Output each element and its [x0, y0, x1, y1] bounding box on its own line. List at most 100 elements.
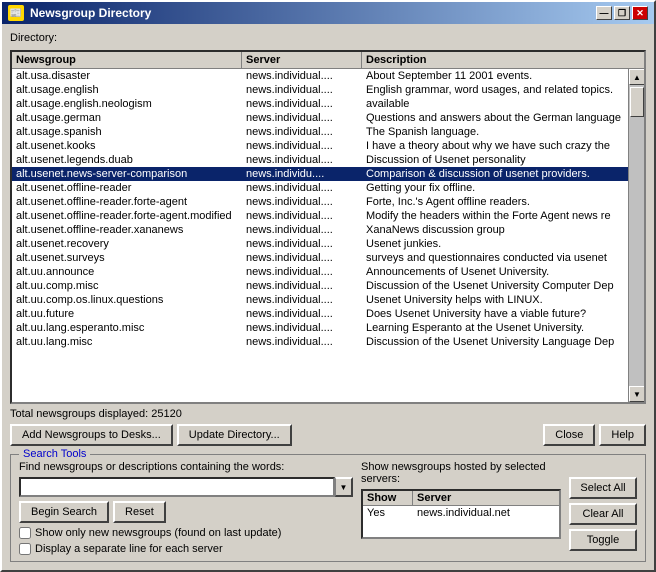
- table-row[interactable]: alt.usenet.offline-reader.forte-agent.mo…: [12, 209, 628, 223]
- td-server: news.individual....: [242, 237, 362, 251]
- server-table: Show Server Yes news.individual.net: [361, 489, 561, 539]
- td-server: news.individual....: [242, 153, 362, 167]
- td-server: news.individual....: [242, 293, 362, 307]
- table-row[interactable]: alt.usage.english news.individual.... En…: [12, 83, 628, 97]
- toggle-button[interactable]: Toggle: [569, 529, 637, 551]
- td-server: news.individual....: [242, 265, 362, 279]
- server-header-show: Show: [363, 491, 413, 505]
- td-description: available: [362, 97, 628, 111]
- scroll-down-button[interactable]: ▼: [629, 386, 644, 402]
- show-only-new-checkbox[interactable]: [19, 527, 31, 539]
- close-window-button[interactable]: ✕: [632, 6, 648, 20]
- scroll-thumb[interactable]: [630, 87, 644, 117]
- bottom-section: Total newsgroups displayed: 25120 Add Ne…: [10, 408, 646, 562]
- help-button[interactable]: Help: [599, 424, 646, 446]
- td-description: Comparison & discussion of usenet provid…: [362, 167, 628, 181]
- server-show-value: Yes: [363, 506, 413, 520]
- table-row[interactable]: alt.usenet.kooks news.individual.... I h…: [12, 139, 628, 153]
- close-button[interactable]: Close: [543, 424, 595, 446]
- table-row[interactable]: alt.usenet.offline-reader.forte-agent ne…: [12, 195, 628, 209]
- header-newsgroup: Newsgroup: [12, 52, 242, 68]
- td-newsgroup: alt.usenet.legends.duab: [12, 153, 242, 167]
- reset-button[interactable]: Reset: [113, 501, 166, 523]
- td-description: Usenet University helps with LINUX.: [362, 293, 628, 307]
- title-bar-left: 📰 Newsgroup Directory: [8, 5, 151, 21]
- table-row[interactable]: alt.usenet.offline-reader news.individua…: [12, 181, 628, 195]
- table-row[interactable]: alt.usenet.surveys news.individual.... s…: [12, 251, 628, 265]
- server-name-value: news.individual.net: [413, 506, 559, 520]
- td-newsgroup: alt.usenet.offline-reader.forte-agent.mo…: [12, 209, 242, 223]
- table-row[interactable]: alt.usenet.offline-reader.xananews news.…: [12, 223, 628, 237]
- separate-line-row: Display a separate line for each server: [19, 543, 353, 555]
- right-buttons: Select All Clear All Toggle: [569, 461, 637, 555]
- table-row[interactable]: alt.usenet.legends.duab news.individual.…: [12, 153, 628, 167]
- td-server: news.individu....: [242, 167, 362, 181]
- td-newsgroup: alt.usenet.surveys: [12, 251, 242, 265]
- td-newsgroup: alt.usa.disaster: [12, 69, 242, 83]
- scrollbar[interactable]: ▲ ▼: [628, 69, 644, 402]
- begin-search-button[interactable]: Begin Search: [19, 501, 109, 523]
- td-newsgroup: alt.uu.lang.esperanto.misc: [12, 321, 242, 335]
- td-description: Modify the headers within the Forte Agen…: [362, 209, 628, 223]
- td-newsgroup: alt.usenet.kooks: [12, 139, 242, 153]
- td-description: Discussion of Usenet personality: [362, 153, 628, 167]
- server-header-server: Server: [413, 491, 559, 505]
- title-buttons: — ❐ ✕: [596, 6, 648, 20]
- td-description: About September 11 2001 events.: [362, 69, 628, 83]
- add-newsgroups-button[interactable]: Add Newsgroups to Desks...: [10, 424, 173, 446]
- table-row[interactable]: alt.uu.lang.esperanto.misc news.individu…: [12, 321, 628, 335]
- search-btn-row: Begin Search Reset: [19, 501, 353, 523]
- minimize-button[interactable]: —: [596, 6, 612, 20]
- find-label: Find newsgroups or descriptions containi…: [19, 461, 353, 473]
- td-server: news.individual....: [242, 97, 362, 111]
- search-input[interactable]: [19, 477, 335, 497]
- td-newsgroup: alt.uu.lang.misc: [12, 335, 242, 349]
- table-row[interactable]: alt.uu.lang.misc news.individual.... Dis…: [12, 335, 628, 349]
- title-bar: 📰 Newsgroup Directory — ❐ ✕: [2, 2, 654, 24]
- td-description: Usenet junkies.: [362, 237, 628, 251]
- search-dropdown-button[interactable]: ▼: [335, 477, 353, 497]
- td-description: Learning Esperanto at the Usenet Univers…: [362, 321, 628, 335]
- td-server: news.individual....: [242, 69, 362, 83]
- table-row[interactable]: alt.uu.comp.misc news.individual.... Dis…: [12, 279, 628, 293]
- td-server: news.individual....: [242, 321, 362, 335]
- table-row[interactable]: alt.uu.future news.individual.... Does U…: [12, 307, 628, 321]
- td-description: English grammar, word usages, and relate…: [362, 83, 628, 97]
- server-row[interactable]: Yes news.individual.net: [363, 506, 559, 520]
- td-newsgroup: alt.uu.comp.misc: [12, 279, 242, 293]
- td-server: news.individual....: [242, 83, 362, 97]
- td-description: surveys and questionnaires conducted via…: [362, 251, 628, 265]
- table-row[interactable]: alt.usage.german news.individual.... Que…: [12, 111, 628, 125]
- td-server: news.individual....: [242, 279, 362, 293]
- clear-all-button[interactable]: Clear All: [569, 503, 637, 525]
- restore-button[interactable]: ❐: [614, 6, 630, 20]
- td-description: Forte, Inc.'s Agent offline readers.: [362, 195, 628, 209]
- window-title: Newsgroup Directory: [30, 6, 151, 20]
- server-table-header: Show Server: [363, 491, 559, 506]
- update-directory-button[interactable]: Update Directory...: [177, 424, 292, 446]
- td-description: Discussion of the Usenet University Comp…: [362, 279, 628, 293]
- scroll-up-button[interactable]: ▲: [629, 69, 644, 85]
- td-server: news.individual....: [242, 251, 362, 265]
- td-newsgroup: alt.usenet.recovery: [12, 237, 242, 251]
- td-server: news.individual....: [242, 209, 362, 223]
- directory-label: Directory:: [10, 32, 646, 44]
- select-all-button[interactable]: Select All: [569, 477, 637, 499]
- total-count: Total newsgroups displayed: 25120: [10, 408, 646, 420]
- table-row[interactable]: alt.usage.english.neologism news.individ…: [12, 97, 628, 111]
- td-description: XanaNews discussion group: [362, 223, 628, 237]
- table-row[interactable]: alt.usenet.recovery news.individual.... …: [12, 237, 628, 251]
- table-body: alt.usa.disaster news.individual.... Abo…: [12, 69, 628, 402]
- td-server: news.individual....: [242, 223, 362, 237]
- separate-line-label: Display a separate line for each server: [35, 543, 223, 555]
- td-server: news.individual....: [242, 111, 362, 125]
- table-row[interactable]: alt.uu.comp.os.linux.questions news.indi…: [12, 293, 628, 307]
- td-newsgroup: alt.uu.comp.os.linux.questions: [12, 293, 242, 307]
- separate-line-checkbox[interactable]: [19, 543, 31, 555]
- table-row[interactable]: alt.usenet.news-server-comparison news.i…: [12, 167, 628, 181]
- table-row[interactable]: alt.usage.spanish news.individual.... Th…: [12, 125, 628, 139]
- table-row[interactable]: alt.uu.announce news.individual.... Anno…: [12, 265, 628, 279]
- td-newsgroup: alt.usage.spanish: [12, 125, 242, 139]
- table-row[interactable]: alt.usa.disaster news.individual.... Abo…: [12, 69, 628, 83]
- window-icon: 📰: [8, 5, 24, 21]
